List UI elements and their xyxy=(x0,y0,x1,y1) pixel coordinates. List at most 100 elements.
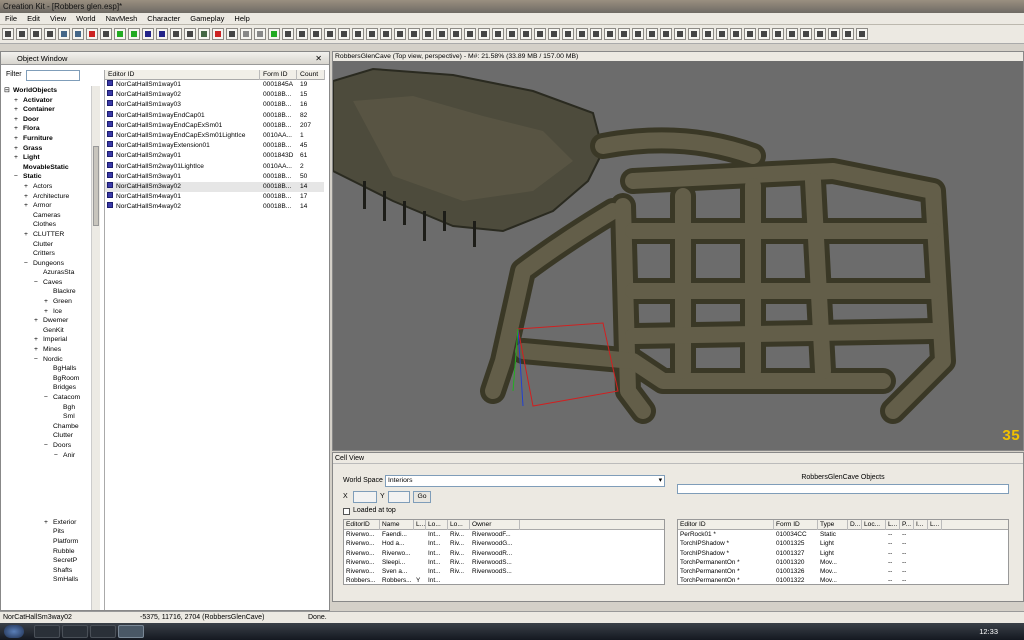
toolbar-button-17-icon[interactable] xyxy=(226,28,238,40)
table-row[interactable]: NorCatHallSm4way01 00018B... 17 xyxy=(105,192,324,202)
table-row[interactable]: Riverwo... Riverwo... Int... Riv... Riverwoo… xyxy=(344,549,664,558)
toolbar-button-11-icon[interactable] xyxy=(142,28,154,40)
table-row[interactable]: NorCatHallSm4way02 00018B... 14 xyxy=(105,202,324,212)
tree-scrollbar[interactable] xyxy=(91,86,100,610)
x-coord-input[interactable] xyxy=(353,491,377,503)
tree-item[interactable]: − Static xyxy=(4,172,100,182)
tree-item[interactable]: ⊟ WorldObjects xyxy=(4,86,100,96)
tree-item[interactable]: BgRoom xyxy=(4,374,100,384)
toolbar-button-58-icon[interactable] xyxy=(800,28,812,40)
tree-expander[interactable]: + xyxy=(34,335,43,345)
toolbar-button-46-icon[interactable] xyxy=(632,28,644,40)
cell-col-0[interactable]: EditorID xyxy=(344,520,380,530)
toolbar-button-49-icon[interactable] xyxy=(674,28,686,40)
table-row[interactable]: NorCatHallSm1way01 0001845A 19 xyxy=(105,80,324,90)
toolbar-button-12-icon[interactable] xyxy=(156,28,168,40)
tree-item[interactable]: + Door xyxy=(4,115,100,125)
table-row[interactable]: TorchIPShadow * 01001325 Light -- -- xyxy=(678,539,1008,548)
tree-item[interactable]: Shafts xyxy=(4,566,100,576)
chevron-down-icon[interactable]: ▾ xyxy=(659,476,662,486)
tree-expander[interactable]: + xyxy=(14,124,23,134)
toolbar-button-14-icon[interactable] xyxy=(184,28,196,40)
toolbar-button-25-icon[interactable] xyxy=(338,28,350,40)
tree-expander[interactable]: + xyxy=(44,307,53,317)
tree-expander[interactable]: − xyxy=(44,441,53,451)
tree-expander[interactable]: + xyxy=(14,134,23,144)
table-row[interactable]: TorchIPShadow * 01001327 Light -- -- xyxy=(678,549,1008,558)
toolbar-button-51-icon[interactable] xyxy=(702,28,714,40)
cell-col-3[interactable]: Lo... xyxy=(426,520,448,530)
toolbar-button-61-icon[interactable] xyxy=(842,28,854,40)
table-row[interactable]: NorCatHallSm1way03 00018B... 16 xyxy=(105,100,324,110)
tree-item[interactable]: + Armor xyxy=(4,201,100,211)
toolbar-button-20-icon[interactable] xyxy=(268,28,280,40)
tree-item[interactable]: + Dwemer xyxy=(4,316,100,326)
tree-item[interactable] xyxy=(4,470,100,480)
toolbar-button-38-icon[interactable] xyxy=(520,28,532,40)
obj-col-0[interactable]: Editor ID xyxy=(678,520,774,530)
toolbar-button-6-icon[interactable] xyxy=(72,28,84,40)
table-row[interactable]: TorchPermanentOn * 01001326 Mov... -- -- xyxy=(678,567,1008,576)
menu-item-world[interactable]: World xyxy=(71,13,100,25)
cell-col-4[interactable]: Lo... xyxy=(448,520,470,530)
tree-item[interactable]: + Activator xyxy=(4,96,100,106)
obj-col-4[interactable]: Loc... xyxy=(862,520,886,530)
table-row[interactable]: NorCatHallSm2way01LightIce 0010AA... 2 xyxy=(105,161,324,172)
menu-item-gameplay[interactable]: Gameplay xyxy=(185,13,229,25)
start-icon[interactable] xyxy=(4,625,24,638)
toolbar-button-34-icon[interactable] xyxy=(464,28,476,40)
table-row[interactable]: TorchPermanentOn * 01001322 Mov... -- -- xyxy=(678,576,1008,584)
toolbar-button-31-icon[interactable] xyxy=(422,28,434,40)
world-space-dropdown[interactable]: Interiors ▾ xyxy=(385,475,665,487)
toolbar-button-4-icon[interactable] xyxy=(44,28,56,40)
tree-expander[interactable]: + xyxy=(14,105,23,115)
tree-item[interactable]: SecretP xyxy=(4,556,100,566)
toolbar-button-29-icon[interactable] xyxy=(394,28,406,40)
table-row[interactable]: TorchPermanentOn * 01001320 Mov... -- -- xyxy=(678,558,1008,567)
toolbar-button-59-icon[interactable] xyxy=(814,28,826,40)
table-row[interactable]: Riverwo... Faendi... Int... Riv... Riverwood… xyxy=(344,530,664,539)
toolbar-button-7-icon[interactable] xyxy=(86,28,98,40)
tree-expander[interactable]: + xyxy=(14,115,23,125)
toolbar-button-53-icon[interactable] xyxy=(730,28,742,40)
table-row[interactable]: NorCatHallSm1wayEndCapExSm01LightIce 0010… xyxy=(105,130,324,141)
tree-item[interactable]: + Imperial xyxy=(4,335,100,345)
cell-list[interactable]: EditorID Name L... Lo... Lo... Owner Riverwo.… xyxy=(343,519,665,585)
table-row[interactable]: NorCatHallSm1wayEndCap01 00018B... 82 xyxy=(105,110,324,121)
table-row[interactable]: NorCatHallSm3way02 00018B... 14 xyxy=(105,181,324,193)
tree-item[interactable]: Chambe xyxy=(4,422,100,432)
tree-item[interactable]: + Flora xyxy=(4,124,100,134)
cell-object-list[interactable]: Editor ID Form ID Type D... Loc... L... P... I.… xyxy=(677,519,1009,585)
cell-col-5[interactable]: Owner xyxy=(470,520,520,530)
tree-item[interactable]: Clutter xyxy=(4,240,100,250)
toolbar-button-33-icon[interactable] xyxy=(450,28,462,40)
go-button[interactable]: Go xyxy=(413,491,431,503)
toolbar-button-44-icon[interactable] xyxy=(604,28,616,40)
tree-item[interactable]: BgHalls xyxy=(4,364,100,374)
menu-item-help[interactable]: Help xyxy=(229,13,254,25)
table-row[interactable]: Riverwo... Sven a... Int... Riv... Riverwood… xyxy=(344,567,664,576)
tree-expander[interactable]: + xyxy=(14,153,23,163)
cell-col-1[interactable]: Name xyxy=(380,520,414,530)
table-row[interactable]: NorCatHallSm1way02 00018B... 15 xyxy=(105,90,324,100)
tree-item[interactable]: Clothes xyxy=(4,220,100,230)
toolbar-button-36-icon[interactable] xyxy=(492,28,504,40)
obj-col-8[interactable]: L... xyxy=(928,520,942,530)
menu-item-file[interactable]: File xyxy=(0,13,22,25)
obj-col-1[interactable]: Form ID xyxy=(774,520,818,530)
tree-item[interactable]: MovableStatic xyxy=(4,163,100,173)
tree-expander[interactable]: − xyxy=(34,278,43,288)
table-row[interactable]: Robbers... Robbers... Y Int... xyxy=(344,576,664,584)
tree-item[interactable]: + Actors xyxy=(4,182,100,192)
col-count[interactable]: Count xyxy=(297,70,325,80)
toolbar-button-35-icon[interactable] xyxy=(478,28,490,40)
obj-col-2[interactable]: Type xyxy=(818,520,848,530)
toolbar-button-62-icon[interactable] xyxy=(856,28,868,40)
tree-expander[interactable]: + xyxy=(24,182,33,192)
table-row[interactable]: NorCatHallSm1wayExtension01 00018B... 45 xyxy=(105,141,324,151)
toolbar-button-55-icon[interactable] xyxy=(758,28,770,40)
tree-expander[interactable]: − xyxy=(14,172,23,182)
toolbar-button-47-icon[interactable] xyxy=(646,28,658,40)
toolbar-button-57-icon[interactable] xyxy=(786,28,798,40)
tree-item[interactable]: − Catacom xyxy=(4,393,100,403)
